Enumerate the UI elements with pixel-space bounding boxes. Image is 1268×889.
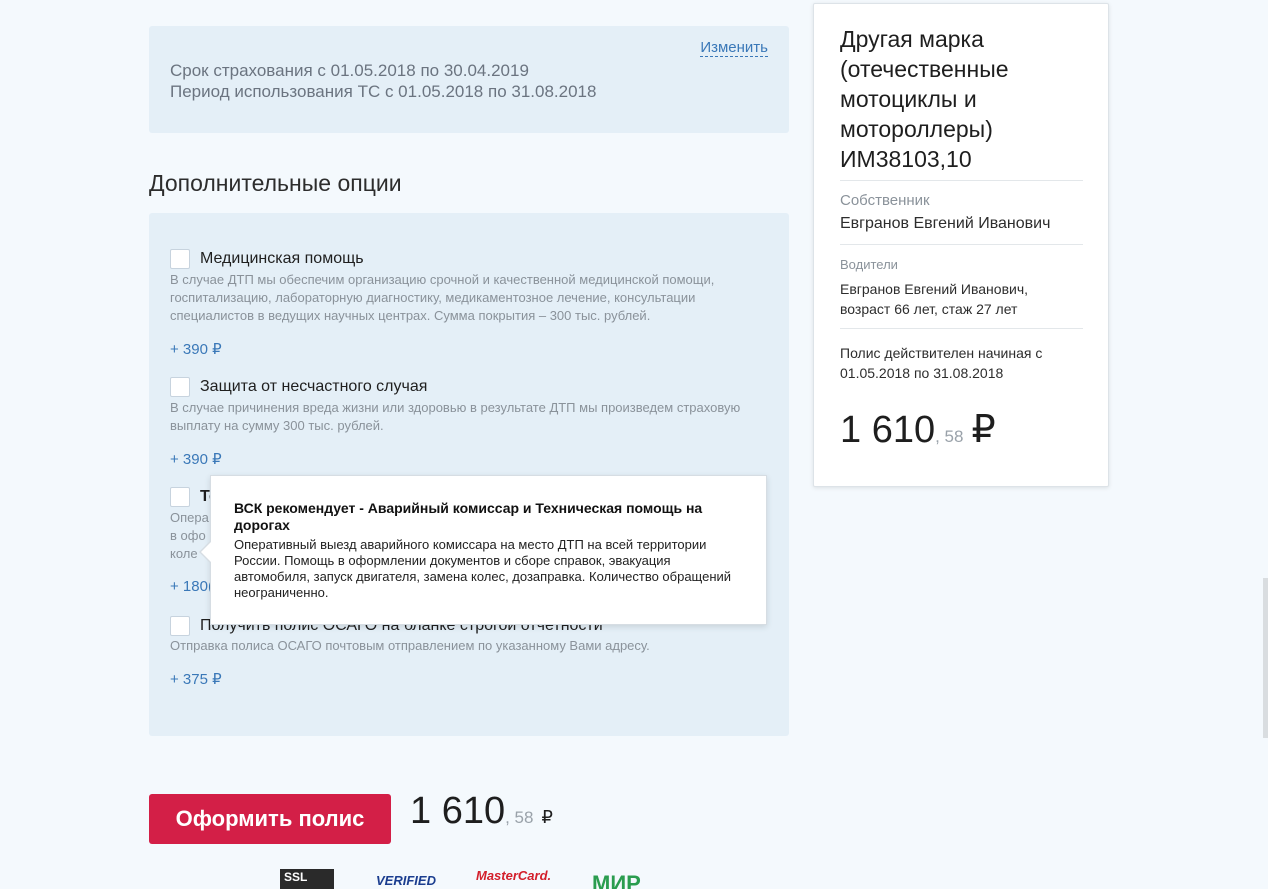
checkout-price-kopecks: , 58 (505, 808, 534, 827)
summary-divider (840, 244, 1083, 245)
insurance-term-text: Срок страхования с 01.05.2018 по 30.04.2… (170, 61, 529, 80)
mir-logo: МИР (592, 871, 641, 889)
verified-by-visa-logo: VERIFIED (376, 873, 436, 888)
paper-policy-description: Отправка полиса ОСАГО почтовым отправлен… (170, 638, 650, 653)
paper-policy-checkbox[interactable] (170, 616, 190, 636)
usage-period-text: Период использования ТС с 01.05.2018 по … (170, 82, 597, 101)
additional-options-heading: Дополнительные опции (149, 170, 402, 196)
accident-protection-title[interactable]: Защита от несчастного случая (200, 378, 427, 396)
accident-protection-price: + 390 ₽ (170, 451, 222, 468)
recommendation-tooltip: ВСК рекомендует - Аварийный комиссар и Т… (199, 475, 767, 625)
summary-price-kopecks: , 58 (935, 427, 964, 446)
drivers-value: Евгранов Евгений Иванович, возраст 66 ле… (840, 281, 1029, 317)
tech-assistance-price: + 180( (170, 578, 213, 595)
tooltip-body: Оперативный выезд аварийного комиссара н… (234, 537, 732, 600)
checkout-price-main: 1 610 (410, 790, 506, 832)
medical-help-title[interactable]: Медицинская помощь (200, 250, 364, 268)
checkout-currency: ₽ (541, 807, 553, 827)
policy-summary-card: Другая марка (отечественные мотоциклы и … (813, 3, 1109, 487)
checkout-total-price: 1 610, 58 ₽ (410, 790, 553, 833)
medical-help-checkbox[interactable] (170, 249, 190, 269)
accident-protection-checkbox[interactable] (170, 377, 190, 397)
issue-policy-button[interactable]: Оформить полис (149, 794, 391, 844)
tooltip-title: ВСК рекомендует - Аварийный комиссар и Т… (234, 500, 703, 533)
summary-currency: ₽ (971, 409, 996, 451)
medical-help-price: + 390 ₽ (170, 341, 222, 358)
drivers-label: Водители (840, 257, 898, 272)
paper-policy-price: + 375 ₽ (170, 671, 222, 688)
owner-value: Евгранов Евгений Иванович (840, 215, 1051, 232)
owner-label: Собственник (840, 192, 930, 209)
summary-divider (840, 180, 1083, 181)
page-scrollbar[interactable] (1263, 578, 1268, 738)
vehicle-name: Другая марка (отечественные мотоциклы и … (840, 26, 1009, 172)
summary-total-price: 1 610, 58 ₽ (840, 407, 996, 452)
accident-protection-description: В случае причинения вреда жизни или здор… (170, 400, 741, 433)
insurance-period-card: Изменить Срок страхования с 01.05.2018 п… (149, 26, 789, 133)
mastercard-securecode-logo: MasterCard. (476, 869, 552, 883)
policy-validity: Полис действителен начиная с 01.05.2018 … (840, 345, 1043, 381)
summary-price-main: 1 610 (840, 409, 936, 451)
ssl-secure-logo: SSL (280, 869, 334, 889)
summary-divider (840, 328, 1083, 329)
medical-help-description: В случае ДТП мы обеспечим организацию ср… (170, 272, 715, 323)
change-period-link[interactable]: Изменить (700, 39, 768, 57)
tech-assistance-checkbox[interactable] (170, 487, 190, 507)
